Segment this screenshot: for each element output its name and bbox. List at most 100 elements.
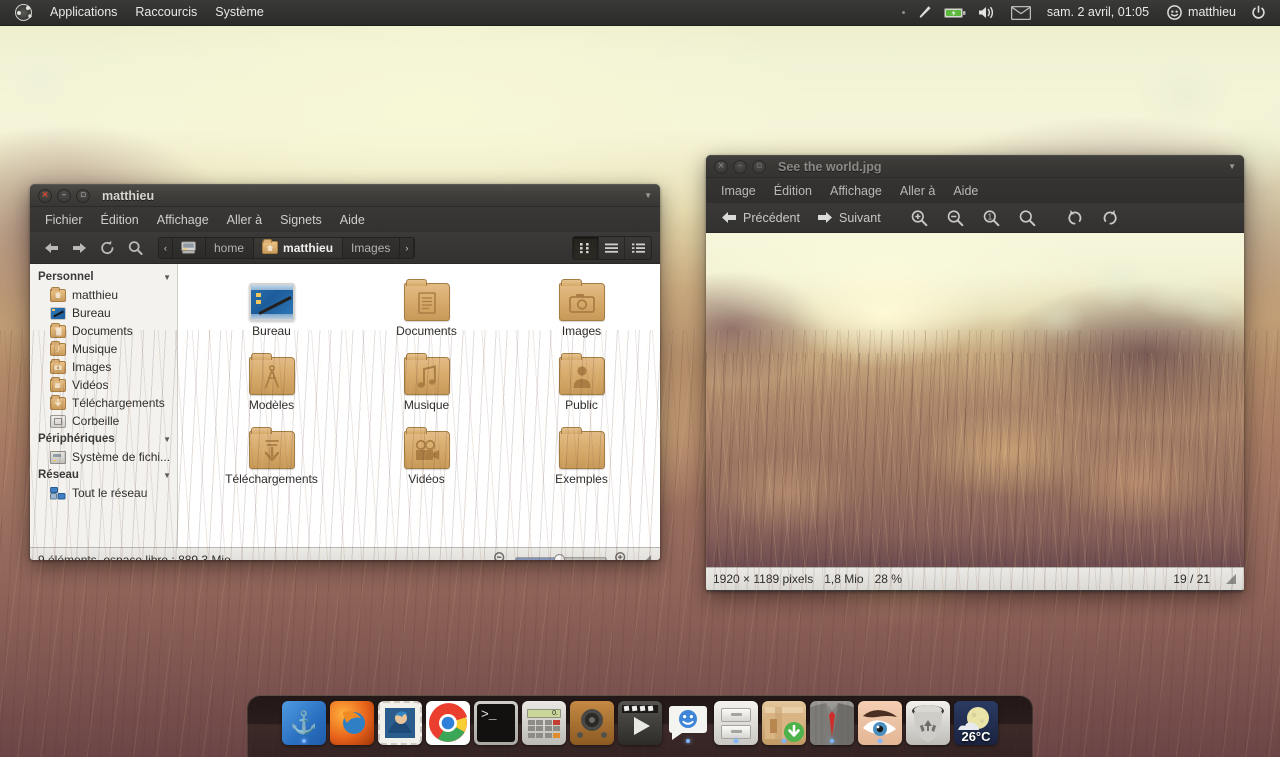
sidebar-item-documents[interactable]: Documents — [30, 322, 177, 340]
file-cabinet-icon[interactable] — [714, 701, 758, 745]
sidebar-item-videos[interactable]: Vidéos — [30, 376, 177, 394]
firefox-icon[interactable] — [330, 701, 374, 745]
maximize-button[interactable]: ▫ — [752, 159, 766, 174]
file-item-musique[interactable]: Musique — [349, 353, 504, 415]
previous-button[interactable]: Précédent — [714, 209, 807, 227]
view-mode-icon[interactable] — [573, 236, 599, 259]
chevron-down-icon[interactable]: ▼ — [163, 273, 171, 282]
bluetooth-dot-icon[interactable] — [898, 8, 909, 17]
file-manager-titlebar[interactable]: × – ▫ matthieu ▼ — [30, 184, 660, 207]
menu-aller-a[interactable]: Aller à — [891, 181, 944, 201]
sidebar-item-tout-le-reseau[interactable]: Tout le réseau — [30, 484, 177, 502]
calculator-icon[interactable]: 0. — [522, 701, 566, 745]
window-menu-chevron-icon[interactable]: ▼ — [1228, 162, 1236, 171]
video-player-icon[interactable] — [618, 701, 662, 745]
file-item-telechargements[interactable]: Téléchargements — [194, 427, 349, 489]
dock[interactable]: ⚓ >_ 0. 26°C — [247, 695, 1033, 757]
trash-icon[interactable] — [906, 701, 950, 745]
menu-aller-a[interactable]: Aller à — [218, 210, 271, 230]
menu-image[interactable]: Image — [712, 181, 765, 201]
zoom-slider-knob[interactable] — [553, 554, 565, 560]
battery-icon[interactable] — [938, 3, 972, 23]
back-icon[interactable] — [38, 236, 64, 260]
reload-icon[interactable] — [94, 236, 120, 260]
chrome-icon[interactable] — [426, 701, 470, 745]
terminal-icon[interactable]: >_ — [474, 701, 518, 745]
file-item-bureau[interactable]: Bureau — [194, 280, 349, 341]
resize-grip[interactable] — [640, 554, 652, 560]
menu-edition[interactable]: Édition — [92, 210, 148, 230]
sidebar-item-telechargements[interactable]: Téléchargements — [30, 394, 177, 412]
tool-wrench-icon[interactable] — [909, 2, 938, 23]
file-item-images[interactable]: Images — [504, 279, 659, 341]
menu-affichage[interactable]: Affichage — [148, 210, 218, 230]
file-item-exemples[interactable]: Exemples — [504, 427, 659, 489]
maximize-button[interactable]: ▫ — [76, 188, 90, 203]
sidebar-item-images[interactable]: Images — [30, 358, 177, 376]
menu-fichier[interactable]: Fichier — [36, 210, 92, 230]
file-manager-window[interactable]: × – ▫ matthieu ▼ Fichier Édition Afficha… — [30, 184, 660, 560]
sidebar-item-musique[interactable]: ♪ Musique — [30, 340, 177, 358]
breadcrumb-item-computer[interactable] — [173, 237, 206, 258]
docky-anchor-icon[interactable]: ⚓ — [282, 701, 326, 745]
clock[interactable]: sam. 2 avril, 01:05 — [1038, 3, 1158, 22]
zoom-fit-button[interactable] — [1011, 207, 1044, 229]
sidebar-item-bureau[interactable]: Bureau — [30, 304, 177, 322]
sidebar-header-reseau[interactable]: Réseau ▼ — [30, 466, 177, 484]
volume-icon[interactable] — [972, 2, 1004, 23]
suit-tie-icon[interactable] — [810, 701, 854, 745]
sidebar-item-matthieu[interactable]: matthieu — [30, 286, 177, 304]
sidebar-header-peripheriques[interactable]: Périphériques ▼ — [30, 430, 177, 448]
image-viewer-window[interactable]: × – ▫ See the world.jpg ▼ Image Édition … — [706, 155, 1244, 591]
forward-icon[interactable] — [66, 236, 92, 260]
rotate-right-button[interactable] — [1094, 207, 1126, 229]
ubuntu-logo-icon[interactable] — [6, 1, 41, 24]
sidebar-item-systeme-de-fichiers[interactable]: Système de fichi... — [30, 448, 177, 466]
zoom-slider[interactable] — [515, 554, 607, 560]
file-manager-sidebar[interactable]: Personnel ▼ matthieu Bureau Documents ♪ … — [30, 264, 178, 547]
next-button[interactable]: Suivant — [810, 209, 888, 227]
chevron-down-icon[interactable]: ▼ — [163, 471, 171, 480]
close-button[interactable]: × — [714, 159, 728, 174]
sidebar-header-personnel[interactable]: Personnel ▼ — [30, 268, 177, 286]
audio-speaker-icon[interactable] — [570, 701, 614, 745]
mail-stamp-icon[interactable] — [378, 701, 422, 745]
breadcrumb-item-home[interactable]: home — [206, 237, 255, 258]
image-canvas[interactable] — [706, 233, 1244, 567]
minimize-button[interactable]: – — [57, 188, 71, 203]
file-item-public[interactable]: Public — [504, 353, 659, 415]
view-mode-list[interactable] — [599, 236, 625, 259]
breadcrumb-item-images[interactable]: Images — [343, 237, 401, 258]
menu-systeme[interactable]: Système — [206, 3, 273, 22]
desktop[interactable]: Applications Raccourcis Système sam. 2 a… — [0, 0, 1280, 757]
power-icon[interactable] — [1245, 2, 1272, 23]
view-mode-compact[interactable] — [625, 236, 651, 259]
menu-raccourcis[interactable]: Raccourcis — [126, 3, 206, 22]
file-manager-content[interactable]: Bureau Documents Images Modèles Musique … — [178, 264, 660, 547]
resize-grip[interactable] — [1225, 573, 1237, 585]
zoom-out-icon[interactable] — [493, 551, 508, 560]
image-viewer-titlebar[interactable]: × – ▫ See the world.jpg ▼ — [706, 155, 1244, 178]
breadcrumb-scroll-right[interactable]: › — [400, 237, 415, 258]
messaging-icon[interactable] — [666, 701, 710, 745]
menu-affichage[interactable]: Affichage — [821, 181, 891, 201]
eye-icon[interactable] — [858, 701, 902, 745]
zoom-in-button[interactable] — [903, 207, 936, 229]
mail-icon[interactable] — [1004, 3, 1038, 23]
file-item-modeles[interactable]: Modèles — [194, 353, 349, 415]
search-icon[interactable] — [122, 236, 148, 260]
weather-icon[interactable]: 26°C — [954, 701, 998, 745]
menu-aide[interactable]: Aide — [331, 210, 374, 230]
package-download-icon[interactable] — [762, 701, 806, 745]
user-menu[interactable]: matthieu — [1158, 2, 1245, 23]
close-button[interactable]: × — [38, 188, 52, 203]
file-item-documents[interactable]: Documents — [349, 279, 504, 341]
menu-signets[interactable]: Signets — [271, 210, 331, 230]
zoom-in-icon[interactable] — [614, 551, 629, 560]
window-menu-chevron-icon[interactable]: ▼ — [644, 191, 652, 200]
zoom-normal-button[interactable]: 1 — [975, 207, 1008, 229]
sidebar-item-corbeille[interactable]: Corbeille — [30, 412, 177, 430]
chevron-down-icon[interactable]: ▼ — [163, 435, 171, 444]
breadcrumb-item-matthieu[interactable]: matthieu — [254, 237, 344, 258]
menu-applications[interactable]: Applications — [41, 3, 126, 22]
